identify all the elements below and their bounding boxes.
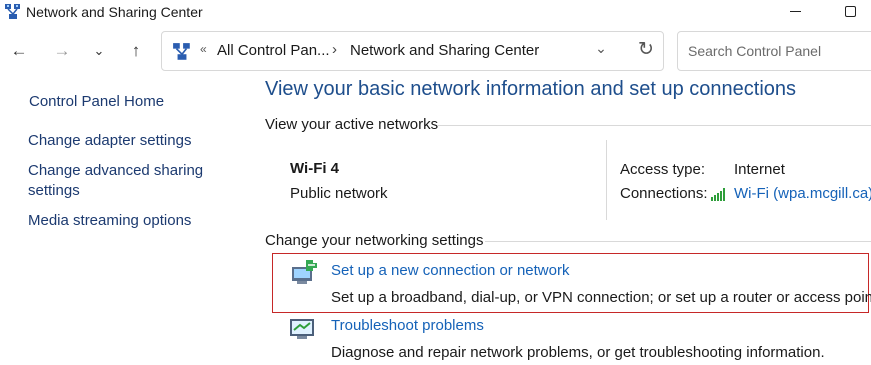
troubleshoot-description: Diagnose and repair network problems, or… [331,344,825,361]
breadcrumb-network-center[interactable]: Network and Sharing Center [350,42,539,59]
address-bar[interactable]: « All Control Pan... › Network and Shari… [161,31,664,71]
troubleshoot-icon [290,319,314,339]
vertical-divider [606,140,607,220]
network-name: Wi-Fi 4 [290,160,340,177]
wifi-signal-icon [711,188,725,201]
search-box[interactable]: Search Control Panel [677,31,871,71]
access-type-value: Internet [734,161,785,178]
breadcrumb-control-panel[interactable]: All Control Pan... [217,42,330,59]
minimize-button[interactable] [782,0,810,24]
address-dropdown-chevron-down-icon[interactable]: ⌄ [591,40,611,62]
control-panel-home-link[interactable]: Control Panel Home [29,92,164,112]
forward-button[interactable]: → [49,38,75,64]
maximize-button[interactable] [836,0,864,24]
title-bar: Network and Sharing Center [0,0,871,26]
media-streaming-options-link[interactable]: Media streaming options [28,211,191,231]
new-connection-task[interactable]: Set up a new connection or network Set u… [272,253,871,313]
change-settings-label: Change your networking settings [265,232,484,249]
refresh-icon[interactable]: ↻ [634,38,658,64]
change-advanced-sharing-settings-link[interactable]: Change advanced sharing settings [28,161,203,201]
active-networks-label: View your active networks [265,116,439,133]
search-input[interactable]: Search Control Panel [688,43,821,59]
back-button[interactable]: ← [6,38,32,64]
page-title: View your basic network information and … [265,78,797,100]
breadcrumb-overflow[interactable]: « [200,42,207,56]
breadcrumb-separator[interactable]: › [332,41,337,58]
network-category: Public network [290,185,388,202]
section-divider [485,241,871,242]
new-connection-description: Set up a broadband, dial-up, or VPN conn… [331,289,871,306]
wifi-connection-link[interactable]: Wi-Fi (wpa.mcgill.ca) [734,185,871,202]
section-divider [438,125,871,126]
troubleshoot-problems-link[interactable]: Troubleshoot problems [331,317,484,334]
up-button[interactable]: ↑ [123,38,149,64]
network-center-icon [173,43,190,60]
network-center-icon [5,4,20,19]
access-type-label: Access type: [620,161,706,178]
window-title: Network and Sharing Center [26,4,203,20]
recent-locations-chevron-down-icon[interactable]: ⌄ [86,38,112,64]
new-connection-icon [292,260,317,284]
change-adapter-settings-link[interactable]: Change adapter settings [28,131,191,151]
new-connection-link[interactable]: Set up a new connection or network [331,262,569,279]
connections-label: Connections: [620,185,708,202]
